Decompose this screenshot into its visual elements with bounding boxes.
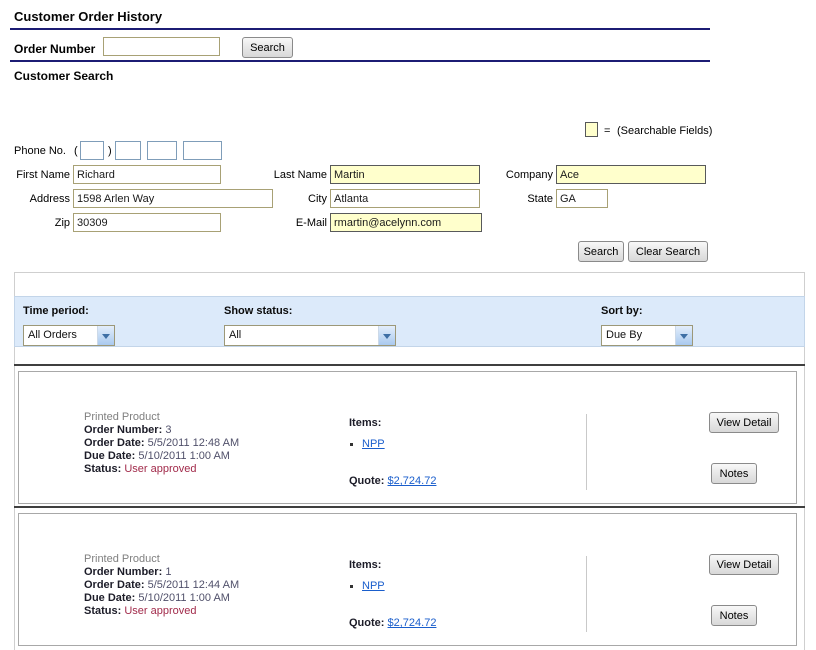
order-number-search-button[interactable]: Search xyxy=(242,37,293,58)
phone-ext-input[interactable] xyxy=(183,141,222,160)
quote-link[interactable]: $2,724.72 xyxy=(388,617,437,629)
item-row: NPP xyxy=(350,438,385,450)
status-value: User approved xyxy=(124,463,196,475)
order-number-field-label: Order Number: xyxy=(84,566,162,578)
time-period-label: Time period: xyxy=(23,305,89,317)
due-date-field-label: Due Date: xyxy=(84,592,135,604)
card-vertical-divider xyxy=(586,556,587,632)
first-name-label: First Name xyxy=(8,169,70,181)
order-card: Printed Product Order Number: 3 Order Da… xyxy=(18,371,797,504)
email-input[interactable] xyxy=(330,213,482,232)
legend-equals: = xyxy=(604,125,610,137)
last-name-input[interactable] xyxy=(330,165,480,184)
time-period-selected: All Orders xyxy=(24,326,97,345)
chevron-down-icon[interactable] xyxy=(378,326,395,345)
bullet-icon xyxy=(350,585,353,588)
card-divider xyxy=(14,506,805,508)
sort-by-label: Sort by: xyxy=(601,305,643,317)
sort-by-selected: Due By xyxy=(602,326,675,345)
address-input[interactable] xyxy=(73,189,273,208)
view-detail-button[interactable]: View Detail xyxy=(709,554,779,575)
searchable-field-swatch xyxy=(585,122,598,137)
sort-by-select[interactable]: Due By xyxy=(601,325,693,346)
legend-text: (Searchable Fields) xyxy=(617,125,712,137)
show-status-selected: All xyxy=(225,326,378,345)
quote-row: Quote: $2,724.72 xyxy=(349,475,436,487)
order-date-field-label: Order Date: xyxy=(84,437,145,449)
phone-prefix-input[interactable] xyxy=(115,141,141,160)
card-divider xyxy=(14,364,805,366)
zip-input[interactable] xyxy=(73,213,221,232)
header-divider-2 xyxy=(10,60,710,62)
filter-bar: Time period: All Orders Show status: All… xyxy=(14,296,805,347)
item-row: NPP xyxy=(350,580,385,592)
item-link[interactable]: NPP xyxy=(362,438,385,450)
phone-label: Phone No. xyxy=(14,145,66,157)
due-date-value: 5/10/2011 1:00 AM xyxy=(138,450,230,462)
order-number-field-label: Order Number: xyxy=(84,424,162,436)
first-name-input[interactable] xyxy=(73,165,221,184)
bullet-icon xyxy=(350,443,353,446)
status-field-label: Status: xyxy=(84,463,121,475)
company-label: Company xyxy=(480,169,553,181)
item-link[interactable]: NPP xyxy=(362,580,385,592)
product-type: Printed Product xyxy=(84,411,239,424)
phone-close-paren: ) xyxy=(108,145,112,157)
order-info: Printed Product Order Number: 1 Order Da… xyxy=(84,553,239,618)
order-date-value: 5/5/2011 12:44 AM xyxy=(148,579,240,591)
time-period-select[interactable]: All Orders xyxy=(23,325,115,346)
show-status-label: Show status: xyxy=(224,305,292,317)
quote-label: Quote: xyxy=(349,617,384,629)
order-card: Printed Product Order Number: 1 Order Da… xyxy=(18,513,797,646)
order-date-value: 5/5/2011 12:48 AM xyxy=(148,437,240,449)
chevron-down-icon[interactable] xyxy=(97,326,114,345)
order-date-field-label: Order Date: xyxy=(84,579,145,591)
header-divider xyxy=(10,28,710,30)
phone-open-paren: ( xyxy=(74,145,78,157)
view-detail-button[interactable]: View Detail xyxy=(709,412,779,433)
city-label: City xyxy=(258,193,327,205)
items-label: Items: xyxy=(349,559,381,571)
company-input[interactable] xyxy=(556,165,706,184)
status-value: User approved xyxy=(124,605,196,617)
order-number-input[interactable] xyxy=(103,37,220,56)
customer-search-button[interactable]: Search xyxy=(578,241,624,262)
chevron-down-icon[interactable] xyxy=(675,326,692,345)
items-label: Items: xyxy=(349,417,381,429)
state-label: State xyxy=(480,193,553,205)
due-date-field-label: Due Date: xyxy=(84,450,135,462)
order-info: Printed Product Order Number: 3 Order Da… xyxy=(84,411,239,476)
zip-label: Zip xyxy=(8,217,70,229)
notes-button[interactable]: Notes xyxy=(711,463,757,484)
page-title: Customer Order History xyxy=(14,9,162,24)
product-type: Printed Product xyxy=(84,553,239,566)
address-label: Address xyxy=(8,193,70,205)
order-number-value: 1 xyxy=(165,566,171,578)
customer-search-title: Customer Search xyxy=(14,69,113,83)
order-number-label: Order Number xyxy=(14,42,95,56)
due-date-value: 5/10/2011 1:00 AM xyxy=(138,592,230,604)
quote-row: Quote: $2,724.72 xyxy=(349,617,436,629)
status-field-label: Status: xyxy=(84,605,121,617)
email-label: E-Mail xyxy=(258,217,327,229)
quote-label: Quote: xyxy=(349,475,384,487)
phone-line-input[interactable] xyxy=(147,141,177,160)
notes-button[interactable]: Notes xyxy=(711,605,757,626)
last-name-label: Last Name xyxy=(258,169,327,181)
card-vertical-divider xyxy=(586,414,587,490)
state-input[interactable] xyxy=(556,189,608,208)
order-number-value: 3 xyxy=(165,424,171,436)
quote-link[interactable]: $2,724.72 xyxy=(388,475,437,487)
city-input[interactable] xyxy=(330,189,480,208)
clear-search-button[interactable]: Clear Search xyxy=(628,241,708,262)
show-status-select[interactable]: All xyxy=(224,325,396,346)
phone-area-input[interactable] xyxy=(80,141,104,160)
